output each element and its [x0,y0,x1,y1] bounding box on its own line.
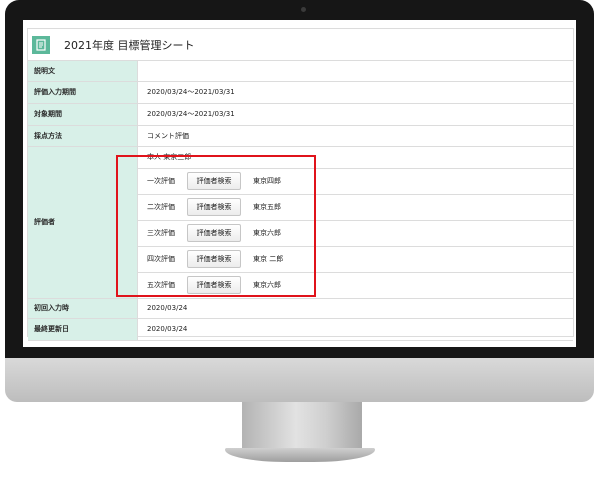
evaluator-row-1: 一次評価 評価者検索 東京四郎 [138,169,573,195]
label-target-period: 対象期間 [28,103,138,126]
label-evaluators: 評価者 [28,146,138,299]
row-evaluators: 評価者 本人 東京三郎 一次評価 評価者検索 東京四郎 二次評価 評価者検索 東… [28,146,573,299]
row-input-period: 評価入力期間 2020/03/24～2021/03/31 [28,81,573,104]
label-description: 説明文 [28,61,138,82]
row-target-period: 対象期間 2020/03/24～2021/03/31 [28,103,573,126]
evaluator-rank-4: 四次評価 [147,255,175,263]
value-first-input: 2020/03/24 [137,298,573,319]
evaluator-self: 本人 東京三郎 [147,153,192,161]
label-input-period: 評価入力期間 [28,81,138,104]
evaluator-search-button-3[interactable]: 評価者検索 [187,224,241,242]
evaluator-search-button-4[interactable]: 評価者検索 [187,250,241,268]
value-description [137,61,573,82]
document-icon [32,35,50,54]
label-scoring-method: 採点方法 [28,125,138,147]
evaluators-cell: 本人 東京三郎 一次評価 評価者検索 東京四郎 二次評価 評価者検索 東京五郎 … [137,146,573,299]
sheet-title-bar: 2021年度 目標管理シート [28,29,573,61]
value-input-period: 2020/03/24～2021/03/31 [137,81,573,104]
evaluator-rank-5: 五次評価 [147,281,175,289]
row-first-input: 初回入力時 2020/03/24 [28,298,573,319]
monitor-chin [5,358,594,402]
row-scoring-method: 採点方法 コメント評価 [28,125,573,147]
row-description: 説明文 [28,61,573,82]
evaluator-name-5: 東京六郎 [253,281,281,289]
value-target-period: 2020/03/24～2021/03/31 [137,103,573,126]
row-last-updated: 最終更新日 2020/03/24 [28,318,573,341]
evaluator-name-3: 東京六郎 [253,229,281,237]
evaluator-self-row: 本人 東京三郎 [138,147,573,169]
value-last-updated: 2020/03/24 [137,318,573,341]
evaluator-row-3: 三次評価 評価者検索 東京六郎 [138,221,573,247]
value-scoring-method: コメント評価 [137,125,573,147]
label-first-input: 初回入力時 [28,298,138,319]
label-last-updated: 最終更新日 [28,318,138,341]
camera-dot [301,7,306,12]
evaluator-search-button-5[interactable]: 評価者検索 [187,276,241,294]
evaluator-rank-3: 三次評価 [147,229,175,237]
evaluator-rank-1: 一次評価 [147,177,175,185]
sheet-title: 2021年度 目標管理シート [64,38,195,52]
evaluator-row-5: 五次評価 評価者検索 東京六郎 [138,273,573,298]
monitor-screen: 2021年度 目標管理シート 説明文 評価入力期間 2020/03/24～202… [23,20,576,347]
evaluator-search-button-2[interactable]: 評価者検索 [187,198,241,216]
evaluator-rank-2: 二次評価 [147,203,175,211]
evaluator-row-4: 四次評価 評価者検索 東京 二郎 [138,247,573,273]
goal-sheet-panel: 2021年度 目標管理シート 説明文 評価入力期間 2020/03/24～202… [27,28,574,341]
evaluator-name-4: 東京 二郎 [253,255,284,263]
evaluator-search-button-1[interactable]: 評価者検索 [187,172,241,190]
evaluator-row-2: 二次評価 評価者検索 東京五郎 [138,195,573,221]
evaluator-name-2: 東京五郎 [253,203,281,211]
sheet-info-table: 説明文 評価入力期間 2020/03/24～2021/03/31 対象期間 20… [28,61,573,341]
monitor-stand-foot [225,448,375,462]
monitor-stand-neck [242,402,362,452]
evaluator-name-1: 東京四郎 [253,177,281,185]
